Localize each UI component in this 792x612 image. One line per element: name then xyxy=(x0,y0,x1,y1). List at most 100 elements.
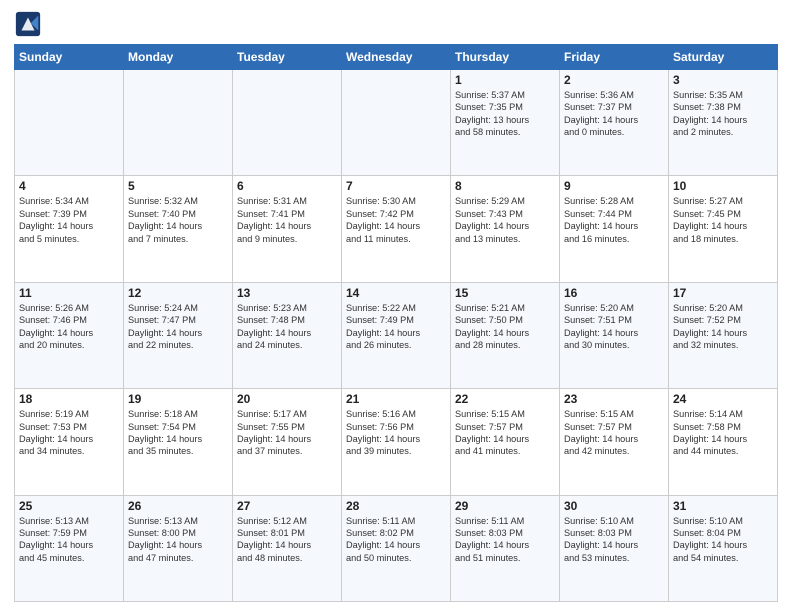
calendar-cell: 13 Sunrise: 5:23 AM Sunset: 7:48 PM Dayli… xyxy=(233,282,342,388)
day-info: Sunrise: 5:22 AM Sunset: 7:49 PM Dayligh… xyxy=(346,302,446,352)
day-info: Sunrise: 5:13 AM Sunset: 7:59 PM Dayligh… xyxy=(19,515,119,565)
day-number: 29 xyxy=(455,499,555,513)
day-header-sunday: Sunday xyxy=(15,45,124,70)
day-number: 6 xyxy=(237,179,337,193)
day-number: 14 xyxy=(346,286,446,300)
day-number: 27 xyxy=(237,499,337,513)
day-info: Sunrise: 5:21 AM Sunset: 7:50 PM Dayligh… xyxy=(455,302,555,352)
calendar-cell: 5 Sunrise: 5:32 AM Sunset: 7:40 PM Daylig… xyxy=(124,176,233,282)
day-number: 25 xyxy=(19,499,119,513)
day-number: 8 xyxy=(455,179,555,193)
day-info: Sunrise: 5:16 AM Sunset: 7:56 PM Dayligh… xyxy=(346,408,446,458)
day-number: 16 xyxy=(564,286,664,300)
day-info: Sunrise: 5:30 AM Sunset: 7:42 PM Dayligh… xyxy=(346,195,446,245)
calendar-cell: 8 Sunrise: 5:29 AM Sunset: 7:43 PM Daylig… xyxy=(451,176,560,282)
day-number: 5 xyxy=(128,179,228,193)
day-number: 7 xyxy=(346,179,446,193)
day-header-monday: Monday xyxy=(124,45,233,70)
day-number: 19 xyxy=(128,392,228,406)
calendar-cell: 15 Sunrise: 5:21 AM Sunset: 7:50 PM Dayli… xyxy=(451,282,560,388)
calendar-cell: 12 Sunrise: 5:24 AM Sunset: 7:47 PM Dayli… xyxy=(124,282,233,388)
day-info: Sunrise: 5:11 AM Sunset: 8:03 PM Dayligh… xyxy=(455,515,555,565)
day-number: 13 xyxy=(237,286,337,300)
calendar-cell: 22Sunrise: 5:15 AM Sunset: 7:57 PM Dayli… xyxy=(451,389,560,495)
day-header-saturday: Saturday xyxy=(669,45,778,70)
day-number: 21 xyxy=(346,392,446,406)
day-info: Sunrise: 5:28 AM Sunset: 7:44 PM Dayligh… xyxy=(564,195,664,245)
calendar-cell: 23 Sunrise: 5:15 AM Sunset: 7:57 PM Dayli… xyxy=(560,389,669,495)
day-info: Sunrise: 5:10 AM Sunset: 8:04 PM Dayligh… xyxy=(673,515,773,565)
calendar-cell: 25 Sunrise: 5:13 AM Sunset: 7:59 PM Dayli… xyxy=(15,495,124,601)
day-header-tuesday: Tuesday xyxy=(233,45,342,70)
calendar-week-1: 1 Sunrise: 5:37 AM Sunset: 7:35 PM Daylig… xyxy=(15,70,778,176)
calendar-cell: 11 Sunrise: 5:26 AM Sunset: 7:46 PM Dayli… xyxy=(15,282,124,388)
day-number: 24 xyxy=(673,392,773,406)
day-number: 11 xyxy=(19,286,119,300)
day-info: Sunrise: 5:36 AM Sunset: 7:37 PM Dayligh… xyxy=(564,89,664,139)
day-number: 30 xyxy=(564,499,664,513)
day-number: 28 xyxy=(346,499,446,513)
day-number: 3 xyxy=(673,73,773,87)
day-info: Sunrise: 5:15 AM Sunset: 7:57 PM Dayligh… xyxy=(455,408,555,458)
calendar-cell: 26Sunrise: 5:13 AM Sunset: 8:00 PM Dayli… xyxy=(124,495,233,601)
day-info: Sunrise: 5:20 AM Sunset: 7:52 PM Dayligh… xyxy=(673,302,773,352)
calendar-cell: 2 Sunrise: 5:36 AM Sunset: 7:37 PM Daylig… xyxy=(560,70,669,176)
calendar-cell: 17 Sunrise: 5:20 AM Sunset: 7:52 PM Dayli… xyxy=(669,282,778,388)
day-number: 23 xyxy=(564,392,664,406)
day-info: Sunrise: 5:17 AM Sunset: 7:55 PM Dayligh… xyxy=(237,408,337,458)
day-number: 10 xyxy=(673,179,773,193)
day-info: Sunrise: 5:29 AM Sunset: 7:43 PM Dayligh… xyxy=(455,195,555,245)
calendar-cell: 30Sunrise: 5:10 AM Sunset: 8:03 PM Dayli… xyxy=(560,495,669,601)
day-info: Sunrise: 5:19 AM Sunset: 7:53 PM Dayligh… xyxy=(19,408,119,458)
calendar-cell: 7 Sunrise: 5:30 AM Sunset: 7:42 PM Daylig… xyxy=(342,176,451,282)
calendar-cell: 20Sunrise: 5:17 AM Sunset: 7:55 PM Dayli… xyxy=(233,389,342,495)
day-info: Sunrise: 5:24 AM Sunset: 7:47 PM Dayligh… xyxy=(128,302,228,352)
calendar-cell xyxy=(124,70,233,176)
day-number: 9 xyxy=(564,179,664,193)
page: SundayMondayTuesdayWednesdayThursdayFrid… xyxy=(0,0,792,612)
day-number: 15 xyxy=(455,286,555,300)
calendar-cell: 29 Sunrise: 5:11 AM Sunset: 8:03 PM Dayli… xyxy=(451,495,560,601)
calendar-cell xyxy=(342,70,451,176)
day-info: Sunrise: 5:31 AM Sunset: 7:41 PM Dayligh… xyxy=(237,195,337,245)
calendar-week-4: 18 Sunrise: 5:19 AM Sunset: 7:53 PM Dayli… xyxy=(15,389,778,495)
calendar-week-5: 25 Sunrise: 5:13 AM Sunset: 7:59 PM Dayli… xyxy=(15,495,778,601)
logo xyxy=(14,10,46,38)
day-info: Sunrise: 5:26 AM Sunset: 7:46 PM Dayligh… xyxy=(19,302,119,352)
calendar-week-2: 4 Sunrise: 5:34 AM Sunset: 7:39 PM Daylig… xyxy=(15,176,778,282)
day-info: Sunrise: 5:15 AM Sunset: 7:57 PM Dayligh… xyxy=(564,408,664,458)
header-row: SundayMondayTuesdayWednesdayThursdayFrid… xyxy=(15,45,778,70)
day-number: 26 xyxy=(128,499,228,513)
day-info: Sunrise: 5:23 AM Sunset: 7:48 PM Dayligh… xyxy=(237,302,337,352)
day-info: Sunrise: 5:20 AM Sunset: 7:51 PM Dayligh… xyxy=(564,302,664,352)
calendar-table: SundayMondayTuesdayWednesdayThursdayFrid… xyxy=(14,44,778,602)
calendar-cell: 9 Sunrise: 5:28 AM Sunset: 7:44 PM Daylig… xyxy=(560,176,669,282)
calendar-cell: 1 Sunrise: 5:37 AM Sunset: 7:35 PM Daylig… xyxy=(451,70,560,176)
calendar-cell: 3 Sunrise: 5:35 AM Sunset: 7:38 PM Daylig… xyxy=(669,70,778,176)
day-header-friday: Friday xyxy=(560,45,669,70)
day-number: 2 xyxy=(564,73,664,87)
day-info: Sunrise: 5:34 AM Sunset: 7:39 PM Dayligh… xyxy=(19,195,119,245)
day-number: 31 xyxy=(673,499,773,513)
calendar-cell: 31 Sunrise: 5:10 AM Sunset: 8:04 PM Dayli… xyxy=(669,495,778,601)
calendar-cell: 18 Sunrise: 5:19 AM Sunset: 7:53 PM Dayli… xyxy=(15,389,124,495)
day-info: Sunrise: 5:11 AM Sunset: 8:02 PM Dayligh… xyxy=(346,515,446,565)
day-number: 12 xyxy=(128,286,228,300)
header xyxy=(14,10,778,38)
day-number: 1 xyxy=(455,73,555,87)
calendar-cell xyxy=(15,70,124,176)
calendar-cell: 16 Sunrise: 5:20 AM Sunset: 7:51 PM Dayli… xyxy=(560,282,669,388)
day-info: Sunrise: 5:27 AM Sunset: 7:45 PM Dayligh… xyxy=(673,195,773,245)
calendar-cell xyxy=(233,70,342,176)
calendar-cell: 21 Sunrise: 5:16 AM Sunset: 7:56 PM Dayli… xyxy=(342,389,451,495)
day-info: Sunrise: 5:18 AM Sunset: 7:54 PM Dayligh… xyxy=(128,408,228,458)
calendar-cell: 24Sunrise: 5:14 AM Sunset: 7:58 PM Dayli… xyxy=(669,389,778,495)
day-number: 18 xyxy=(19,392,119,406)
calendar-cell: 19 Sunrise: 5:18 AM Sunset: 7:54 PM Dayli… xyxy=(124,389,233,495)
day-number: 17 xyxy=(673,286,773,300)
day-info: Sunrise: 5:37 AM Sunset: 7:35 PM Dayligh… xyxy=(455,89,555,139)
day-number: 4 xyxy=(19,179,119,193)
day-info: Sunrise: 5:32 AM Sunset: 7:40 PM Dayligh… xyxy=(128,195,228,245)
day-info: Sunrise: 5:35 AM Sunset: 7:38 PM Dayligh… xyxy=(673,89,773,139)
calendar-cell: 28 Sunrise: 5:11 AM Sunset: 8:02 PM Dayli… xyxy=(342,495,451,601)
